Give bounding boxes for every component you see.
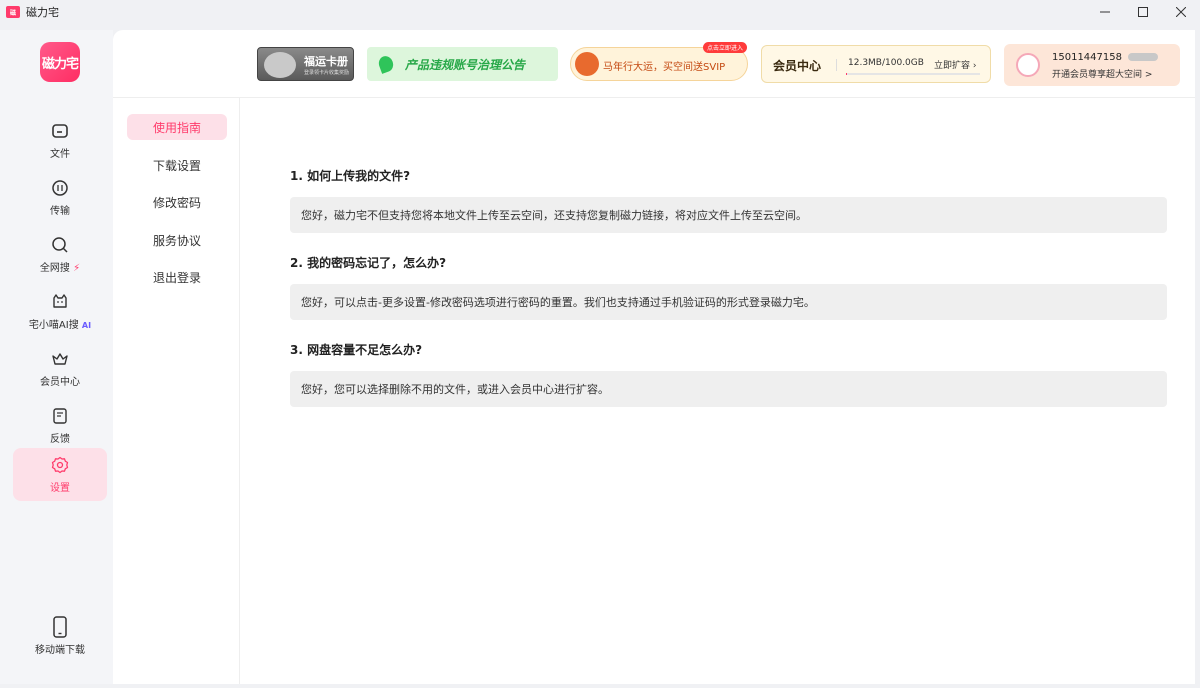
settings-item-service-agreement[interactable]: 服务协议 — [127, 227, 227, 253]
minimize-icon — [1100, 11, 1110, 13]
card-banner-title: 福运卡册 — [304, 55, 348, 68]
transfer-icon — [50, 178, 70, 198]
app-logo: 磁力宅 — [40, 42, 80, 82]
window-controls — [1086, 0, 1200, 24]
cat-icon — [50, 292, 70, 312]
faq-answer: 您好，您可以选择删除不用的文件，或进入会员中心进行扩容。 — [290, 371, 1167, 407]
svip-banner-text: 马年行大运，买空间送SVIP — [603, 62, 726, 73]
nav-item-transfer[interactable]: 传输 — [13, 171, 107, 224]
vip-center-banner[interactable]: 会员中心 12.3MB/100.0GB 立即扩容 › — [761, 45, 991, 83]
close-button[interactable] — [1162, 0, 1200, 24]
nav-item-vip[interactable]: 会员中心 — [13, 342, 107, 395]
storage-usage: 12.3MB/100.0GB — [848, 58, 924, 68]
crown-icon — [50, 349, 70, 369]
nav-label: 移动端下载 — [35, 645, 85, 656]
faq-answer: 您好，可以点击-更多设置-修改密码选项进行密码的重置。我们也支持通过手机验证码的… — [290, 284, 1167, 320]
nav-label: 文件 — [50, 149, 70, 160]
ai-badge: AI — [81, 321, 92, 330]
feedback-icon — [50, 406, 70, 426]
settings-item-logout[interactable]: 退出登录 — [127, 264, 227, 290]
maximize-button[interactable] — [1124, 0, 1162, 24]
leaf-icon — [376, 54, 396, 74]
folder-icon — [50, 121, 70, 141]
settings-item-guide[interactable]: 使用指南 — [127, 114, 227, 140]
divider — [836, 59, 837, 71]
phone-icon — [50, 616, 70, 638]
nav-item-ai-search[interactable]: 宅小喵AI搜 AI — [13, 285, 107, 338]
faq-question: 2. 我的密码忘记了，怎么办? — [290, 256, 447, 270]
nav-label: 反馈 — [50, 434, 70, 445]
flash-icon: ⚡ — [73, 263, 81, 274]
user-phone: 15011447158 — [1052, 52, 1122, 63]
app-icon: 磁 — [6, 6, 20, 18]
lucky-card-banner[interactable]: 福运卡册 登录领卡片收集奖励 — [257, 47, 354, 81]
member-badge — [1128, 53, 1158, 61]
faq-question: 1. 如何上传我的文件? — [290, 169, 411, 183]
user-account-card[interactable]: 15011447158 开通会员尊享超大空间 > — [1004, 44, 1180, 86]
search-icon — [50, 235, 70, 255]
notice-banner-text: 产品违规账号治理公告 — [405, 58, 526, 72]
nav-label: 宅小喵AI搜 AI — [28, 320, 92, 331]
faq-answer: 您好，磁力宅不但支持您将本地文件上传至云空间，还支持您复制磁力链接，将对应文件上… — [290, 197, 1167, 233]
nav-item-search[interactable]: 全网搜 ⚡ — [13, 228, 107, 281]
card-banner-subtitle: 登录领卡片收集奖励 — [304, 70, 350, 76]
nav-label: 全网搜 ⚡ — [39, 263, 81, 274]
settings-menu: 使用指南 下载设置 修改密码 服务协议 退出登录 — [113, 98, 240, 684]
mascot-icon — [264, 52, 296, 78]
svip-banner-tag: 点击立即进入 — [702, 42, 747, 53]
notice-banner[interactable]: 产品违规账号治理公告 — [367, 47, 558, 81]
vip-center-title: 会员中心 — [773, 59, 822, 73]
close-icon — [1176, 7, 1186, 17]
gear-icon — [50, 455, 70, 475]
left-nav: 磁力宅 文件 传输 全网搜 ⚡ 宅小喵AI搜 AI 会员中心 反馈 设置 移动端… — [0, 30, 113, 684]
svip-promo-banner[interactable]: 马年行大运，买空间送SVIP 点击立即进入 — [570, 42, 748, 81]
nav-label: 传输 — [50, 206, 70, 217]
upgrade-prompt: 开通会员尊享超大空间 > — [1052, 70, 1153, 80]
minimize-button[interactable] — [1086, 0, 1124, 24]
header-bar: 福运卡册 登录领卡片收集奖励 产品违规账号治理公告 马年行大运，买空间送SVIP… — [113, 30, 1195, 98]
title-bar: 磁 磁力宅 — [0, 0, 1200, 24]
expand-storage-link[interactable]: 立即扩容 › — [934, 58, 976, 71]
main-panel: 福运卡册 登录领卡片收集奖励 产品违规账号治理公告 马年行大运，买空间送SVIP… — [113, 30, 1195, 684]
settings-item-download[interactable]: 下载设置 — [127, 152, 227, 178]
settings-item-change-password[interactable]: 修改密码 — [127, 189, 227, 215]
nav-item-feedback[interactable]: 反馈 — [13, 399, 107, 452]
nav-item-files[interactable]: 文件 — [13, 114, 107, 167]
faq-question: 3. 网盘容量不足怎么办? — [290, 343, 423, 357]
storage-progress-bar — [846, 73, 980, 75]
window-title: 磁力宅 — [26, 6, 59, 19]
storage-progress-fill — [846, 73, 848, 75]
nav-item-mobile-download[interactable]: 移动端下载 — [13, 610, 107, 663]
nav-item-settings[interactable]: 设置 — [13, 448, 107, 501]
maximize-icon — [1138, 7, 1148, 17]
avatar — [1016, 53, 1040, 77]
nav-label: 设置 — [50, 483, 70, 494]
horse-icon — [575, 52, 599, 76]
nav-label: 会员中心 — [40, 377, 80, 388]
